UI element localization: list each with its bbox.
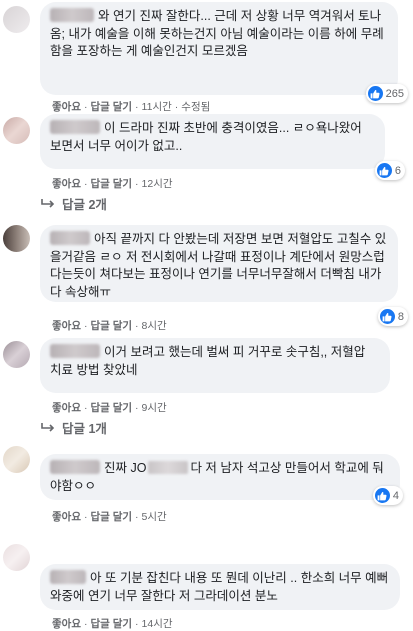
avatar[interactable] — [3, 225, 30, 252]
comment-actions: 좋아요 · 답글 달기 · 8시간 — [52, 318, 167, 333]
comment-bubble: 아직 끝까지 다 안봤는데 저장면 보면 저혈압도 고칠수 있을거같음 ㄹㅇ 저… — [40, 225, 398, 302]
like-reaction-icon — [367, 86, 383, 101]
timestamp[interactable]: 14시간 — [142, 616, 173, 631]
view-replies-link[interactable]: 답글 2개 — [40, 194, 107, 213]
like-button[interactable]: 좋아요 — [52, 99, 81, 114]
reply-button[interactable]: 답글 달기 — [90, 318, 132, 333]
reaction-count[interactable]: 6 — [374, 161, 405, 180]
comment-bubble: 이거 보려고 했는데 벌써 피 거꾸로 솟구침,, 저혈압 치료 방법 찾았네 — [40, 338, 390, 393]
reply-button[interactable]: 답글 달기 — [90, 99, 132, 114]
author-name-blurred[interactable] — [50, 344, 100, 358]
comment-bubble: 와 연기 진짜 잘한다... 근데 저 상황 너무 역겨워서 토나옴; 내가 예… — [40, 2, 398, 95]
comment-bubble: 진짜 JO 다 저 남자 석고상 만들어서 학교에 둬야함ㅇㅇ — [40, 454, 400, 500]
like-button[interactable]: 좋아요 — [52, 616, 81, 631]
comment-text: 와 연기 진짜 잘한다... 근데 저 상황 너무 역겨워서 토나옴; 내가 예… — [50, 8, 384, 58]
avatar[interactable] — [3, 6, 30, 33]
comment-actions: 좋아요 · 답글 달기 · 12시간 — [52, 176, 173, 191]
comment-actions: 좋아요 · 답글 달기 · 5시간 — [52, 509, 167, 524]
like-reaction-icon — [374, 488, 390, 503]
reply-arrow-icon — [41, 198, 55, 208]
reply-button[interactable]: 답글 달기 — [90, 616, 132, 631]
like-button[interactable]: 좋아요 — [52, 400, 81, 415]
timestamp[interactable]: 5시간 — [142, 509, 167, 524]
reply-button[interactable]: 답글 달기 — [90, 509, 132, 524]
avatar[interactable] — [3, 117, 30, 144]
timestamp[interactable]: 8시간 — [142, 318, 167, 333]
comment-text: 이 드라마 진짜 초반에 충격이였음... ㄹㅇ욕나왔어 보면서 너무 어이가 … — [50, 120, 366, 153]
like-reaction-icon — [376, 163, 392, 178]
comment-text: 아 또 기분 잡친다 내용 또 뭔데 이난리 .. 한소희 너무 예뻐 와중에 … — [50, 570, 392, 603]
avatar[interactable] — [3, 341, 30, 368]
like-button[interactable]: 좋아요 — [52, 318, 81, 333]
comment-text: 이거 보려고 했는데 벌써 피 거꾸로 솟구침,, 저혈압 치료 방법 찾았네 — [50, 344, 369, 377]
edited-label: 수정됨 — [181, 101, 211, 113]
timestamp[interactable]: 9시간 — [142, 400, 167, 415]
comment-text: 아직 끝까지 다 안봤는데 저장면 보면 저혈압도 고칠수 있을거같음 ㄹㅇ 저… — [50, 231, 387, 299]
reaction-count[interactable]: 265 — [365, 84, 408, 103]
like-button[interactable]: 좋아요 — [52, 176, 81, 191]
view-replies-link[interactable]: 답글 1개 — [40, 418, 107, 437]
like-button[interactable]: 좋아요 — [52, 509, 81, 524]
reaction-count[interactable]: 4 — [372, 486, 403, 505]
timestamp[interactable]: 11시간 — [142, 99, 172, 114]
comment-bubble: 아 또 기분 잡친다 내용 또 뭔데 이난리 .. 한소희 너무 예뻐 와중에 … — [40, 564, 400, 610]
comment-actions: 좋아요 · 답글 달기 · 11시간 · 수정됨 — [52, 99, 211, 114]
author-name-blurred[interactable] — [50, 231, 90, 245]
author-name-blurred[interactable] — [50, 460, 100, 474]
author-name-blurred[interactable] — [50, 570, 86, 584]
author-name-blurred[interactable] — [50, 120, 100, 134]
avatar[interactable] — [3, 446, 30, 473]
timestamp[interactable]: 12시간 — [142, 176, 173, 191]
author-name-blurred[interactable] — [50, 8, 94, 22]
redacted-text — [148, 461, 189, 474]
reply-arrow-icon — [41, 422, 55, 432]
comment-actions: 좋아요 · 답글 달기 · 14시간 — [52, 616, 173, 631]
like-reaction-icon — [379, 309, 395, 324]
comment-text: 진짜 JO 다 저 남자 석고상 만들어서 학교에 둬야함ㅇㅇ — [50, 460, 384, 493]
reaction-count[interactable]: 8 — [377, 307, 408, 326]
avatar[interactable] — [3, 544, 30, 571]
reply-button[interactable]: 답글 달기 — [90, 176, 132, 191]
comment-actions: 좋아요 · 답글 달기 · 9시간 — [52, 400, 167, 415]
reply-button[interactable]: 답글 달기 — [90, 400, 132, 415]
comment-bubble: 이 드라마 진짜 초반에 충격이였음... ㄹㅇ욕나왔어 보면서 너무 어이가 … — [40, 114, 385, 169]
